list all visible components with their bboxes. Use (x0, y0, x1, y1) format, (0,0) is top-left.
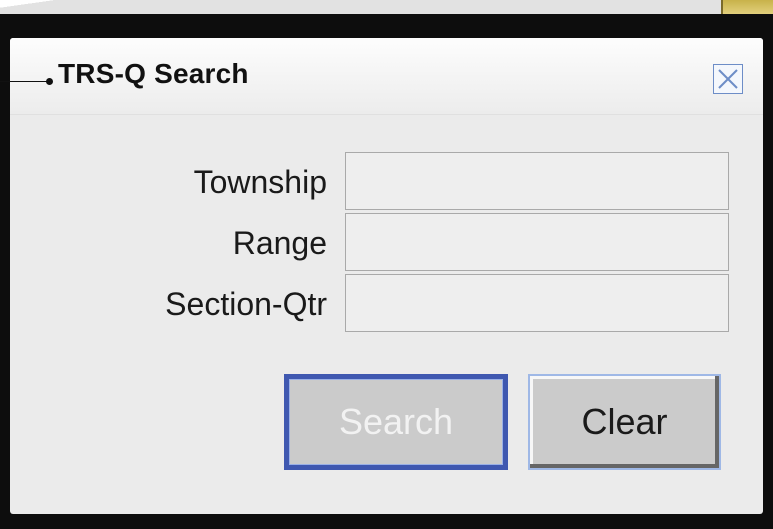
range-row: Range (10, 213, 763, 273)
township-row: Township (10, 152, 763, 212)
township-input[interactable] (345, 152, 729, 210)
range-input[interactable] (345, 213, 729, 271)
clear-button[interactable]: Clear (528, 374, 721, 470)
close-button[interactable] (713, 64, 743, 94)
close-icon (718, 69, 738, 89)
township-label: Township (193, 164, 327, 200)
leader-line (0, 81, 48, 82)
section-qtr-input[interactable] (345, 274, 729, 332)
search-button[interactable]: Search (284, 374, 508, 470)
section-qtr-label: Section-Qtr (165, 286, 327, 322)
range-label: Range (232, 225, 327, 261)
trs-q-search-dialog: TRS-Q Search Township Range Section-Qtr … (0, 38, 763, 514)
dialog-title: TRS-Q Search (58, 58, 249, 89)
section-qtr-row: Section-Qtr (10, 274, 763, 334)
leader-dot (46, 78, 53, 85)
dialog-titlebar[interactable]: TRS-Q Search (0, 38, 763, 115)
